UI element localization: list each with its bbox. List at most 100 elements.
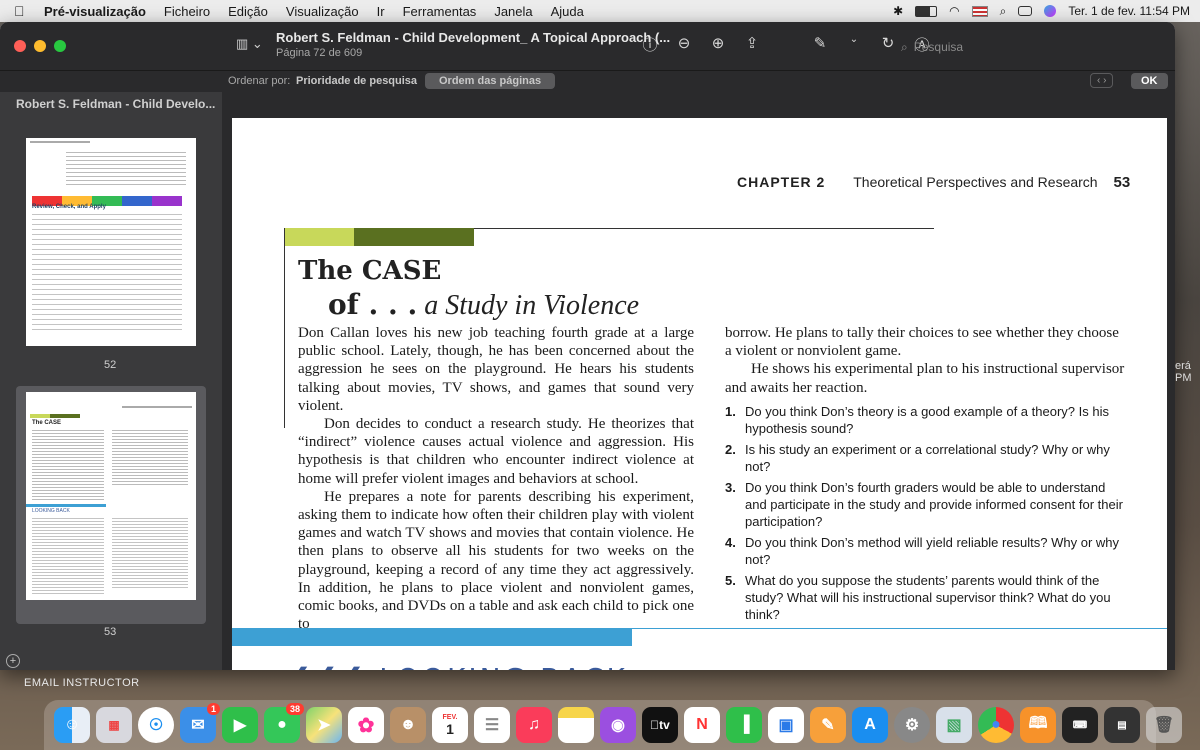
menu-clock[interactable]: Ter. 1 de fev. 11:54 PM	[1068, 4, 1190, 18]
siri-icon[interactable]	[1044, 5, 1057, 17]
question-text: Do you think Don’s fourth graders would …	[745, 479, 1123, 529]
menu-edit[interactable]: Edição	[228, 4, 268, 19]
case-text-left-column: Don Callan loves his new job teaching fo…	[298, 324, 694, 633]
toolbar: ⓘ ⊖ ⊕ ⇪ ✎ ⌄ ↻ Ⓐ	[640, 34, 932, 55]
bluetooth-icon[interactable]: ✱	[893, 4, 903, 18]
info-icon[interactable]: ⓘ	[640, 34, 660, 55]
page-number-53: 53	[104, 626, 117, 638]
messages-icon[interactable]: ● 38	[264, 703, 304, 743]
looking-back-heading: ❮❮❮ LOOKING BACK	[288, 662, 628, 670]
question-item: 5. What do you suppose the students’ pare…	[725, 572, 1125, 623]
minimize-window-button[interactable]	[34, 40, 46, 52]
case-paragraph-5: He shows his experimental plan to his in…	[725, 361, 1125, 396]
menu-window[interactable]: Janela	[494, 4, 532, 19]
launchpad-icon[interactable]: ▦	[96, 707, 132, 743]
reminders-icon[interactable]: ☰	[474, 707, 510, 743]
chevrons-icon: ❮❮❮	[288, 662, 367, 670]
music-icon[interactable]: ♫	[516, 707, 552, 743]
apple-tv-icon[interactable]: tv	[642, 707, 678, 743]
maps-icon[interactable]: ➤	[306, 707, 342, 743]
zoom-out-icon[interactable]: ⊖	[674, 34, 694, 55]
tv-label: tv	[654, 718, 670, 732]
thumb-heading: Review, Check, and Apply	[32, 204, 106, 210]
email-instructor-link[interactable]: EMAIL INSTRUCTOR	[24, 677, 140, 689]
notes-icon[interactable]	[558, 707, 594, 743]
window-controls	[14, 40, 66, 52]
menu-app-name[interactable]: Pré-visualização	[44, 4, 146, 19]
preview-window: ▥ ⌄ Robert S. Feldman - Child Developmen…	[0, 22, 1175, 670]
question-text: Do you think Don’s theory is a good exam…	[745, 403, 1109, 436]
markup-pen-icon[interactable]: ✎	[810, 34, 830, 55]
search-field[interactable]: ⌕ Pesquisa	[895, 36, 1165, 58]
flag-icon[interactable]	[971, 5, 988, 17]
app-store-icon[interactable]: A	[852, 707, 888, 743]
mail-badge: 1	[206, 703, 220, 715]
numbers-icon[interactable]: ▐	[726, 707, 762, 743]
safari-icon[interactable]: ☉	[138, 707, 174, 743]
thumbnail-sidebar: Robert S. Feldman - Child Develo... Revi…	[0, 92, 222, 670]
menu-file[interactable]: Ficheiro	[164, 4, 210, 19]
page-number: 53	[1113, 174, 1131, 191]
podcasts-icon[interactable]: ◉	[600, 707, 636, 743]
preview-icon[interactable]: ▧	[936, 707, 972, 743]
chrome-icon[interactable]: ●	[978, 707, 1014, 743]
mail-icon[interactable]: ✉ 1	[180, 703, 220, 743]
wifi-icon[interactable]: ◠	[949, 4, 959, 18]
trash-icon[interactable]: 🗑	[1146, 707, 1182, 743]
close-window-button[interactable]	[14, 40, 26, 52]
question-item: 3. Do you think Don’s fourth graders woul…	[725, 479, 1125, 530]
question-item: 2. Is his study an experiment or a correl…	[725, 441, 1125, 475]
sort-priority-button[interactable]: Prioridade de pesquisa	[296, 75, 417, 87]
question-number: 1.	[725, 403, 736, 419]
news-icon[interactable]: N	[684, 707, 720, 743]
question-text: Is his study an experiment or a correlat…	[745, 441, 1110, 474]
keynote-icon[interactable]: ▣	[768, 707, 804, 743]
dock: ☺ ▦ ☉ ✉1 ▶ ●38 ➤ ✿ ☻ FEV. 1 ☰ ♫ ◉ tv N …	[44, 700, 1182, 750]
chapter-label: CHAPTER 2	[737, 174, 826, 190]
share-icon[interactable]: ⇪	[742, 34, 762, 55]
page-thumbnail-52[interactable]: Review, Check, and Apply	[26, 138, 196, 346]
page-thumbnail-53[interactable]: The CASE LOOKING BACK	[26, 392, 196, 600]
thumb-looking-back: LOOKING BACK	[32, 508, 70, 514]
looking-back-label: LOOKING BACK	[379, 662, 628, 670]
sort-page-order-button[interactable]: Ordem das páginas	[425, 73, 556, 89]
photos-icon[interactable]: ✿	[348, 707, 384, 743]
battery-icon[interactable]	[915, 5, 938, 17]
books-icon[interactable]: 🕮	[1020, 707, 1056, 743]
case-accent-light	[284, 228, 354, 246]
pdf-page: CHAPTER 2 Theoretical Perspectives and R…	[232, 118, 1167, 670]
question-text: Do you think Don’s method will yield rel…	[745, 534, 1120, 567]
calendar-month: FEV.	[442, 713, 458, 721]
calendar-icon[interactable]: FEV. 1	[432, 707, 468, 743]
system-preferences-icon[interactable]: ⚙	[894, 707, 930, 743]
question-item: 1. Do you think Don’s theory is a good ex…	[725, 403, 1125, 437]
pages-icon[interactable]: ✎	[810, 707, 846, 743]
menu-go[interactable]: Ir	[377, 4, 385, 19]
apple-menu-icon[interactable]: 	[14, 3, 32, 19]
sidebar-title: Robert S. Feldman - Child Develo...	[16, 97, 216, 111]
sidebar-toggle-icon[interactable]: ▥ ⌄	[236, 36, 264, 56]
keyboard-viewer-icon[interactable]: ⌨	[1062, 707, 1098, 743]
chapter-title: Theoretical Perspectives and Research	[853, 174, 1098, 190]
case-paragraph-4: borrow. He plans to tally their choices …	[725, 325, 1119, 360]
menu-view[interactable]: Visualização	[286, 4, 359, 19]
ok-button[interactable]: OK	[1131, 73, 1168, 89]
add-icon[interactable]: +	[6, 654, 20, 668]
document-title: Robert S. Feldman - Child Development_ A…	[276, 30, 671, 45]
zoom-window-button[interactable]	[54, 40, 66, 52]
spotlight-search-icon[interactable]: ⌕	[1000, 4, 1007, 19]
menu-help[interactable]: Ajuda	[551, 4, 584, 19]
question-item: 4. Do you think Don’s method will yield r…	[725, 534, 1125, 568]
sort-bar: Ordenar por: Prioridade de pesquisa Orde…	[0, 70, 1175, 92]
markup-dropdown-icon[interactable]: ⌄	[844, 34, 864, 55]
zoom-in-icon[interactable]: ⊕	[708, 34, 728, 55]
case-text-right-column: borrow. He plans to tally their choices …	[725, 324, 1125, 627]
question-number: 3.	[725, 479, 736, 495]
contacts-icon[interactable]: ☻	[390, 707, 426, 743]
search-result-nav[interactable]: ‹ ›	[1090, 73, 1114, 88]
menu-tools[interactable]: Ferramentas	[403, 4, 477, 19]
control-center-icon[interactable]	[1018, 6, 1033, 16]
facetime-icon[interactable]: ▶	[222, 707, 258, 743]
finder-icon[interactable]: ☺	[54, 707, 90, 743]
minimized-window-icon[interactable]: ▤	[1104, 707, 1140, 743]
